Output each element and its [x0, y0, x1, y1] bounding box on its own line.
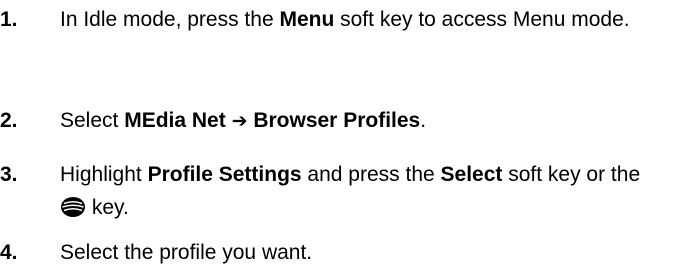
step-text-part: In Idle mode, press the	[60, 8, 280, 31]
step-text-part: and press the	[301, 163, 441, 186]
step-text-part: key.	[86, 196, 129, 219]
select-key-label: Select	[440, 163, 503, 186]
step-number: 2.	[0, 109, 18, 132]
step-text-part: .	[420, 109, 427, 132]
menu-path-item: MEdia Net	[124, 109, 226, 132]
menu-path-item: Browser Profiles	[253, 109, 421, 132]
step-text: In Idle mode, press the Menu soft key to…	[60, 3, 660, 36]
menu-item-label: Profile Settings	[147, 163, 302, 186]
step-text-part: Highlight	[60, 163, 148, 186]
navigation-key-icon	[60, 195, 86, 217]
step-text: Select MEdia Net ➔ Browser Profiles.	[60, 104, 660, 138]
step-text-part: Select	[60, 109, 125, 132]
arrow-right-icon: ➔	[231, 110, 248, 132]
step-text-part: Select the profile you want.	[60, 241, 313, 264]
menu-key-label: Menu	[279, 8, 335, 31]
step-text: Highlight Profile Settings and press the…	[60, 158, 660, 224]
step-number: 3.	[0, 163, 18, 186]
step-text-part: soft key or the	[502, 163, 641, 186]
step-number: 4.	[0, 241, 18, 264]
step-text: Select the profile you want.	[60, 236, 660, 269]
step-number: 1.	[0, 8, 18, 31]
step-text-part: soft key to access Menu mode.	[334, 8, 630, 31]
